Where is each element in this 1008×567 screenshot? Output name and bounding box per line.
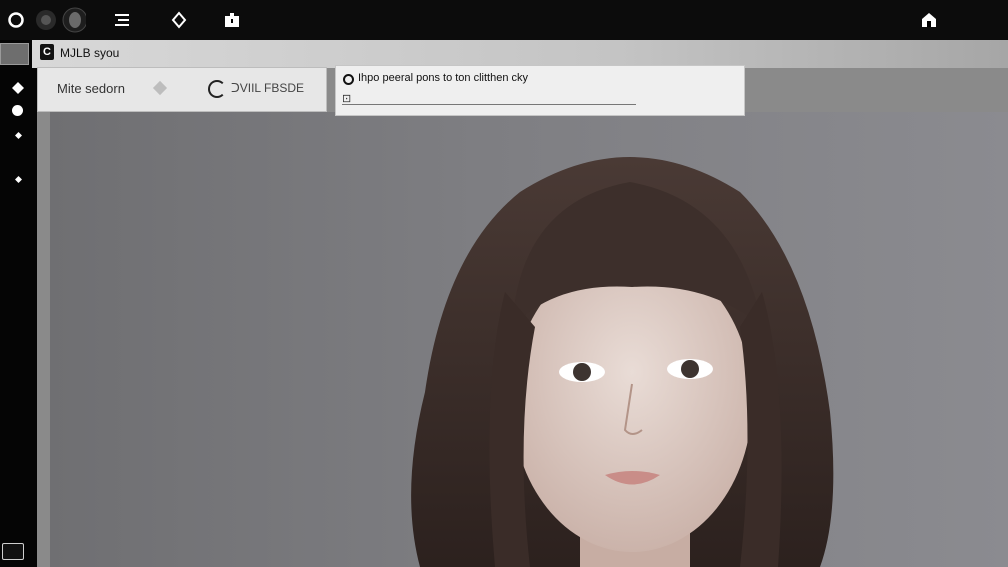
small-diamond-icon[interactable] xyxy=(15,132,22,139)
menu-lines-icon[interactable] xyxy=(110,8,134,32)
style-panel: Mite sedorn ᑐVIIL FBSDE xyxy=(37,67,327,112)
dark-circle-icon[interactable] xyxy=(34,8,58,32)
home-icon[interactable] xyxy=(917,8,941,32)
prompt-text: Ihpo peeral pons to ton clitthen cky xyxy=(358,72,528,84)
camera-lens-icon[interactable] xyxy=(62,7,86,33)
diamond-move-icon[interactable] xyxy=(167,8,191,32)
circle-outline-icon[interactable] xyxy=(4,8,28,32)
loading-spinner-icon xyxy=(208,80,226,98)
diamond-icon[interactable] xyxy=(12,82,24,94)
panel-toggle-icon[interactable] xyxy=(2,543,24,560)
small-diamond-icon[interactable] xyxy=(15,176,22,183)
image-thumb-icon[interactable] xyxy=(0,43,29,65)
circle-icon[interactable] xyxy=(12,105,23,116)
portrait-image xyxy=(50,112,1008,567)
diamond-toggle-icon[interactable] xyxy=(152,80,168,96)
radio-icon[interactable] xyxy=(343,74,354,85)
status-label: ᑐVIIL FBSDE xyxy=(231,81,305,95)
tab-title[interactable]: MJLB syou xyxy=(60,46,119,60)
app-logo: C xyxy=(40,44,54,60)
box-icon[interactable] xyxy=(220,8,244,32)
tab-strip: C MJLB syou xyxy=(32,40,1008,68)
prompt-panel: Ihpo peeral pons to ton clitthen cky ⊡ xyxy=(335,65,745,116)
top-toolbar xyxy=(0,0,1008,40)
left-sidebar xyxy=(0,40,37,567)
prompt-input-underline[interactable] xyxy=(342,104,636,105)
style-label[interactable]: Mite sedorn xyxy=(57,81,125,96)
